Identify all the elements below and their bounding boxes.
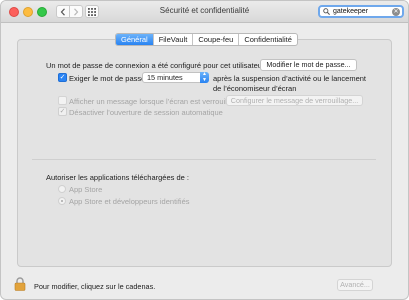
app-store-identified-developers-label: App Store et développeurs identifiés xyxy=(69,197,190,206)
require-password-delay-select[interactable]: 15 minutes ▲ ▼ xyxy=(142,71,209,83)
security-privacy-window: Sécurité et confidentialité gatekeeper ✕… xyxy=(0,0,409,300)
require-password-label: Exiger le mot de passe xyxy=(69,74,146,83)
change-password-button[interactable]: Modifier le mot de passe... xyxy=(260,59,357,71)
tab-firewall[interactable]: Coupe-feu xyxy=(192,34,238,45)
updown-chevron-icon: ▲ ▼ xyxy=(200,71,209,83)
disable-autologin-label: Désactiver l’ouverture de session automa… xyxy=(69,108,223,117)
require-password-after-text-2: de l’économiseur d’écran xyxy=(213,84,297,93)
allow-downloads-heading: Autoriser les applications téléchargées … xyxy=(46,173,189,182)
app-store-label: App Store xyxy=(69,185,103,194)
lock-instruction-text: Pour modifier, cliquez sur le cadenas. xyxy=(34,282,156,291)
set-lock-message-button[interactable]: Configurer le message de verrouillage... xyxy=(226,95,363,106)
show-message-checkbox[interactable] xyxy=(58,96,67,105)
search-input-value[interactable]: gatekeeper xyxy=(333,8,368,15)
tab-bar: Général FileVault Coupe-feu Confidential… xyxy=(115,33,298,46)
search-field[interactable]: gatekeeper ✕ xyxy=(318,5,404,18)
disable-autologin-checkbox[interactable]: ✓ xyxy=(58,107,67,116)
tab-general[interactable]: Général xyxy=(116,34,153,45)
lock-icon[interactable] xyxy=(14,277,26,291)
require-password-delay-value: 15 minutes xyxy=(147,73,183,82)
show-message-label: Afficher un message lorsque l’écran est … xyxy=(69,97,233,106)
app-store-identified-developers-radio[interactable] xyxy=(58,197,66,205)
section-divider xyxy=(32,159,376,160)
password-status-text: Un mot de passe de connexion a été confi… xyxy=(46,61,265,70)
search-icon xyxy=(323,8,330,15)
title-bar: Sécurité et confidentialité gatekeeper ✕ xyxy=(1,1,408,23)
clear-search-icon[interactable]: ✕ xyxy=(392,8,400,16)
app-store-radio[interactable] xyxy=(58,185,66,193)
tab-filevault[interactable]: FileVault xyxy=(152,34,193,45)
require-password-after-text-1: après la suspension d’activité ou le lan… xyxy=(213,74,367,83)
advanced-button[interactable]: Avancé... xyxy=(337,279,373,291)
tab-privacy[interactable]: Confidentialité xyxy=(238,34,297,45)
require-password-checkbox[interactable]: ✓ xyxy=(58,73,67,82)
